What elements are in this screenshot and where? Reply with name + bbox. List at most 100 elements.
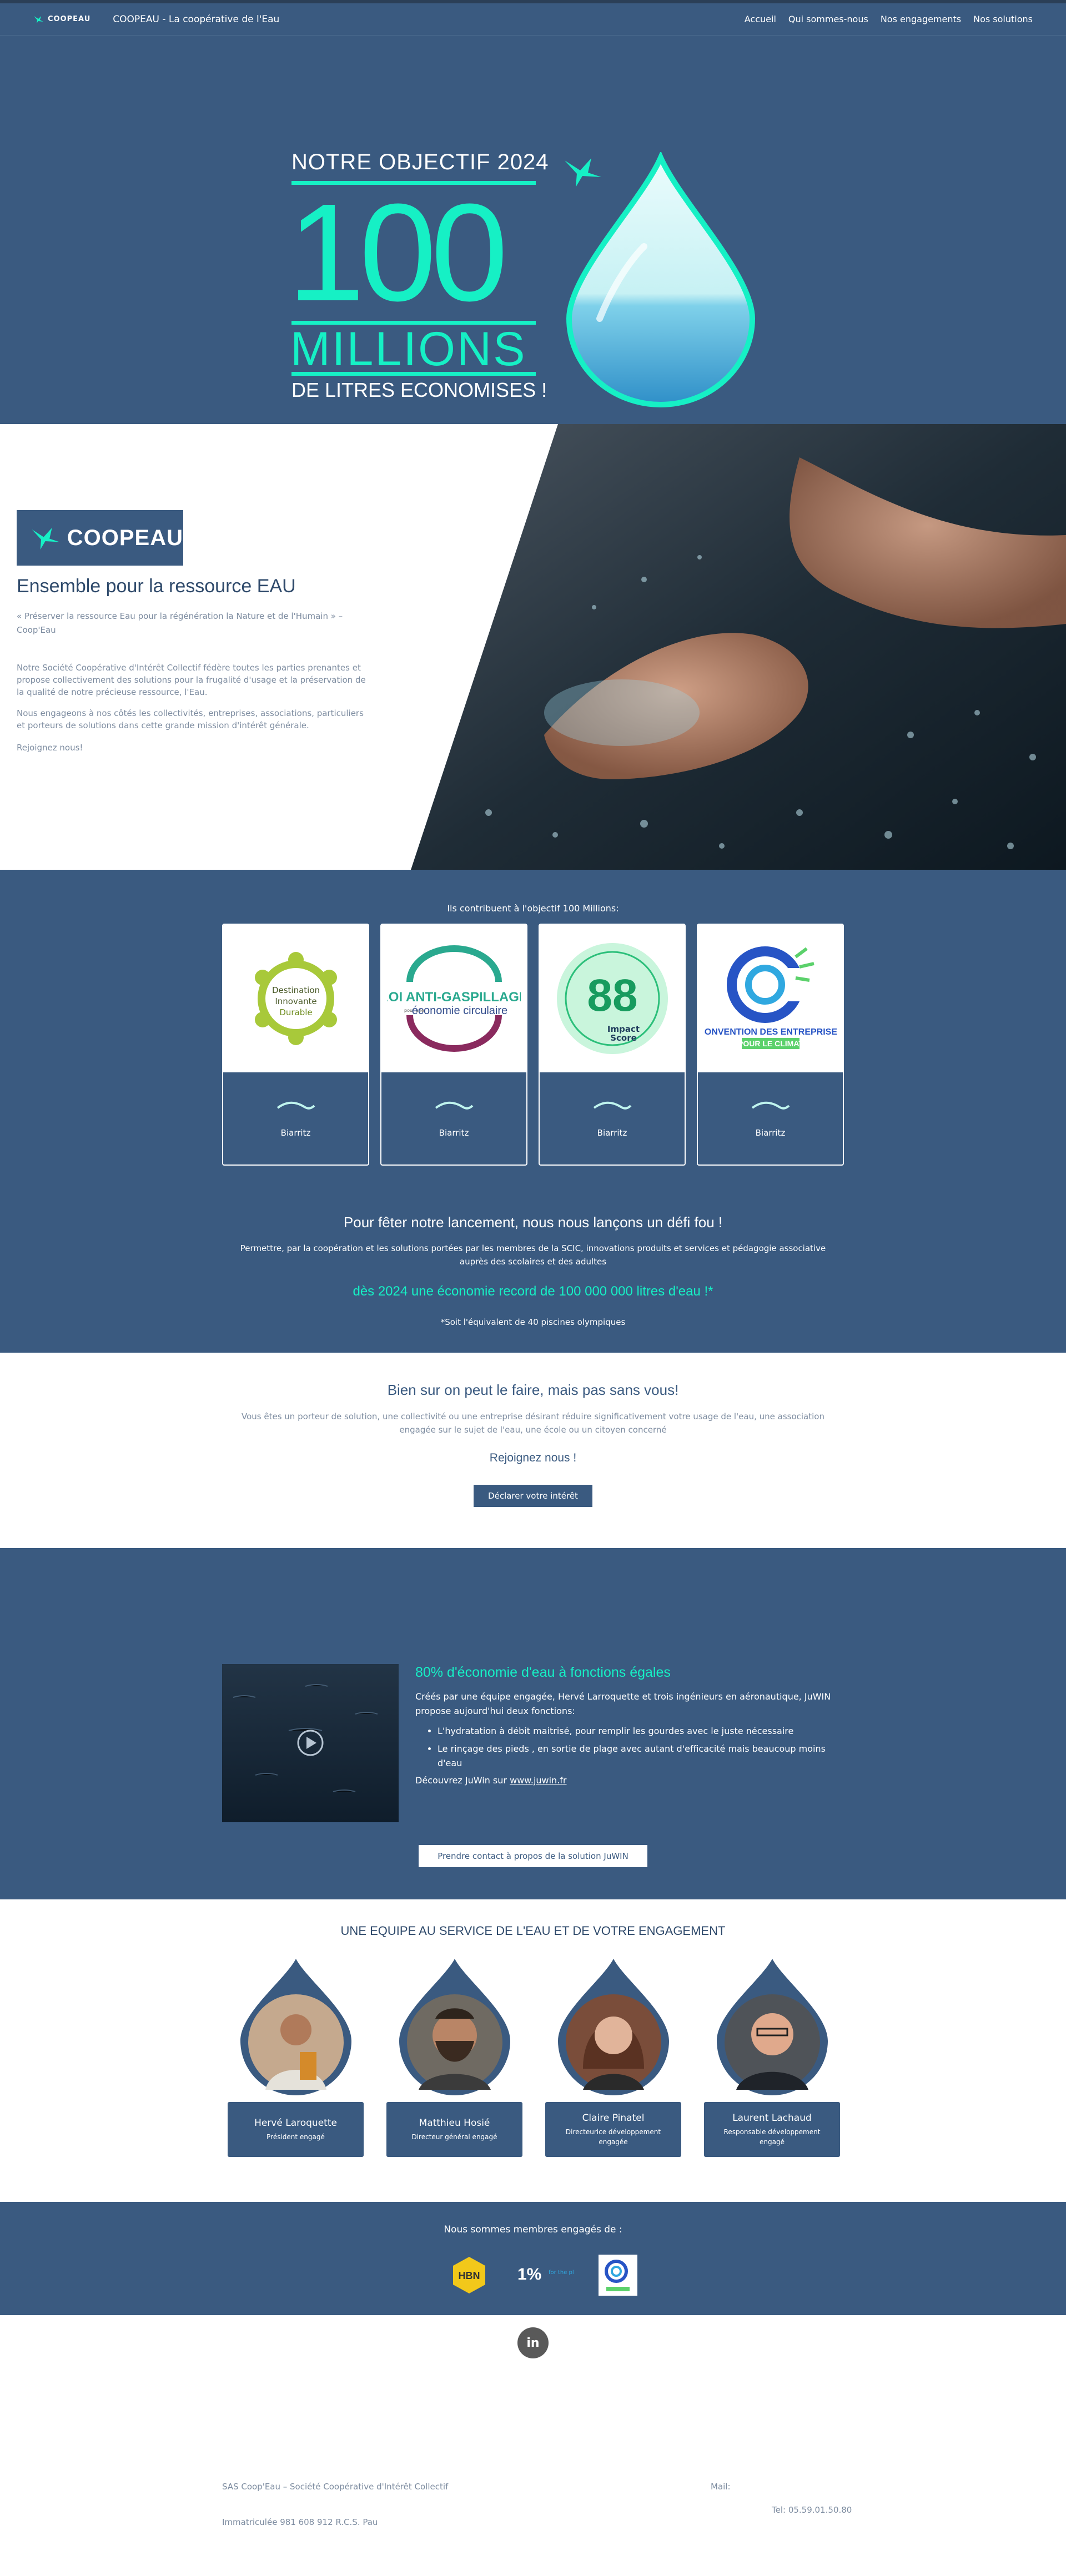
- juwin-link-line: Découvrez JuWin sur www.juwin.fr: [415, 1775, 833, 1786]
- hbn-label: HBN: [459, 2270, 480, 2281]
- contributors-section: Ils contribuent à l'objectif 100 Million…: [0, 870, 1066, 1353]
- contributors-title: Ils contribuent à l'objectif 100 Million…: [447, 903, 619, 914]
- hero-graphic: NOTRE OBJECTIF 2024 100 MILLIONS DE LITR…: [288, 113, 788, 424]
- card-city: Biarritz: [597, 1128, 627, 1138]
- card-logo-area: CONVENTION DES ENTREPRISES POUR LE CLIMA…: [698, 925, 843, 1072]
- card-info: Biarritz: [698, 1072, 843, 1165]
- team-title: UNE EQUIPE AU SERVICE DE L'EAU ET DE VOT…: [340, 1924, 726, 1938]
- hbn-logo-icon[interactable]: HBN: [450, 2256, 489, 2295]
- wave-icon: [751, 1101, 790, 1110]
- wave-icon: [435, 1101, 473, 1110]
- member-name: Claire Pinatel: [582, 2112, 645, 2124]
- member-role: Président engagé: [266, 2133, 325, 2141]
- member-name: Laurent Lachaud: [732, 2112, 812, 2124]
- card-info: Biarritz: [381, 1072, 526, 1165]
- membership-logos: HBN 1% for the planet: [450, 2255, 637, 2296]
- member-role: Directeurice développement engagée: [565, 2128, 661, 2146]
- card-info: Biarritz: [223, 1072, 368, 1165]
- team-member: Hervé Laroquette Président engagé: [228, 1958, 364, 2157]
- logo-line-3: Score: [610, 1033, 637, 1043]
- footer-phone[interactable]: Tel: 05.59.01.50.80: [772, 2505, 852, 2515]
- challenge-note: *Soit l'équivalent de 40 piscines olympi…: [440, 1317, 626, 1327]
- juwin-link-prefix: Découvrez JuWin sur: [415, 1775, 510, 1786]
- menu-item-engagements[interactable]: Nos engagements: [881, 14, 961, 24]
- logo-line-1: CONVENTION DES ENTREPRISES: [704, 1027, 837, 1037]
- badge-text: COOPEAU: [67, 525, 183, 550]
- about-join: Rejoignez nous!: [17, 743, 83, 753]
- member-photo: [716, 1959, 828, 2095]
- one-percent-label: 1%: [517, 2265, 541, 2283]
- about-title: Ensemble pour la ressource EAU: [17, 576, 296, 597]
- challenge-goal: dès 2024 une économie record de 100 000 …: [353, 1284, 713, 1299]
- team-members: Hervé Laroquette Président engagé Matthi…: [228, 1958, 840, 2157]
- juwin-text: 80% d'économie d'eau à fonctions égales …: [415, 1665, 833, 1786]
- coopeau-badge: COOPEAU: [17, 510, 183, 566]
- impact-score-logo-icon: 88 Impact Score: [556, 943, 668, 1054]
- juwin-video[interactable]: [222, 1664, 399, 1822]
- team-member: Matthieu Hosié Directeur général engagé: [386, 1958, 522, 2157]
- member-photo: [240, 1959, 351, 2095]
- linkedin-icon[interactable]: in: [517, 2327, 549, 2358]
- declare-interest-button[interactable]: Déclarer votre intérêt: [474, 1485, 592, 1507]
- member-name: Hervé Laroquette: [254, 2117, 337, 2129]
- destination-durable-logo-icon: Destination Innovante Durable: [254, 952, 337, 1045]
- card-logo-area: 88 Impact Score: [540, 925, 685, 1072]
- juwin-website-link[interactable]: www.juwin.fr: [510, 1775, 566, 1786]
- header-logo[interactable]: COOPEAU: [33, 15, 90, 24]
- member-card: Hervé Laroquette Président engagé: [228, 2102, 364, 2157]
- join-section: Bien sur on peut le faire, mais pas sans…: [0, 1353, 1066, 1548]
- juwin-contact-button[interactable]: Prendre contact à propos de la solution …: [419, 1845, 647, 1867]
- hero-subtitle: DE LITRES ECONOMISES !: [291, 379, 547, 401]
- about-paragraph-2: Nous engageons à nos côtés les collectiv…: [17, 708, 364, 730]
- convention-climat-small-logo-icon[interactable]: [599, 2255, 637, 2296]
- hero-unit: MILLIONS: [290, 322, 527, 376]
- team-section: UNE EQUIPE AU SERVICE DE L'EAU ET DE VOT…: [0, 1899, 1066, 2202]
- card-logo-area: LOI ANTI-GASPILLAGE pour une économie ci…: [381, 925, 526, 1072]
- member-card: Claire Pinatel Directeurice développemen…: [545, 2102, 681, 2157]
- menu-item-solutions[interactable]: Nos solutions: [973, 14, 1033, 24]
- hero-objective: NOTRE OBJECTIF 2024: [291, 150, 549, 174]
- menu-item-qui-sommes-nous[interactable]: Qui sommes-nous: [788, 14, 868, 24]
- hands-water-image: [411, 424, 1066, 870]
- about-paragraph-1: Notre Société Coopérative d'Intérêt Coll…: [17, 663, 366, 697]
- hummingbird-icon: [32, 527, 60, 550]
- wave-icon: [276, 1101, 315, 1110]
- join-cta: Rejoignez nous !: [489, 1451, 577, 1464]
- site-title[interactable]: COOPEAU - La coopérative de l'Eau: [113, 14, 279, 25]
- header-logo-text: COOPEAU: [48, 15, 91, 23]
- card-info: Biarritz: [540, 1072, 685, 1165]
- team-member: Claire Pinatel Directeurice développemen…: [545, 1958, 681, 2157]
- logo-line-2: Innovante: [275, 996, 316, 1006]
- logo-line-1: 88: [587, 970, 637, 1021]
- about-text: COOPEAU Ensemble pour la ressource EAU «…: [17, 510, 372, 753]
- list-item: Le rinçage des pieds , en sortie de plag…: [438, 1742, 833, 1771]
- hero-rule-bottom: [291, 372, 536, 376]
- logo-line-2: POUR LE CLIMAT: [738, 1039, 803, 1048]
- footer-company: SAS Coop'Eau – Société Coopérative d'Int…: [222, 2482, 449, 2492]
- loi-anti-gaspillage-logo-icon: LOI ANTI-GASPILLAGE pour une économie ci…: [388, 945, 521, 1052]
- contributor-card[interactable]: CONVENTION DES ENTREPRISES POUR LE CLIMA…: [697, 924, 844, 1166]
- contributor-card[interactable]: Destination Innovante Durable Biarritz: [222, 924, 369, 1166]
- one-percent-planet-logo-icon[interactable]: 1% for the planet: [513, 2259, 574, 2292]
- site-footer: in SAS Coop'Eau – Société Coopérative d'…: [0, 2315, 1066, 2550]
- wave-icon: [593, 1101, 631, 1110]
- juwin-intro: Créés par une équipe engagée, Hervé Larr…: [415, 1691, 831, 1716]
- list-item: L'hydratation à débit maitrisé, pour rem…: [438, 1724, 833, 1738]
- member-photo: [399, 1959, 510, 2095]
- card-logo-area: Destination Innovante Durable: [223, 925, 368, 1072]
- contributor-card[interactable]: LOI ANTI-GASPILLAGE pour une économie ci…: [380, 924, 527, 1166]
- menu-item-accueil[interactable]: Accueil: [745, 14, 776, 24]
- juwin-list: L'hydratation à débit maitrisé, pour rem…: [415, 1724, 833, 1771]
- member-photo: [557, 1959, 669, 2095]
- convention-climat-logo-icon: CONVENTION DES ENTREPRISES POUR LE CLIMA…: [704, 946, 837, 1049]
- card-city: Biarritz: [755, 1128, 786, 1138]
- footer-mail[interactable]: Mail:: [711, 2482, 731, 2492]
- card-city: Biarritz: [439, 1128, 469, 1138]
- member-card: Matthieu Hosié Directeur général engagé: [386, 2102, 522, 2157]
- navbar: COOPEAU COOPEAU - La coopérative de l'Ea…: [0, 3, 1066, 36]
- hero-banner: NOTRE OBJECTIF 2024 100 MILLIONS DE LITR…: [0, 36, 1066, 424]
- challenge-text: Permettre, par la coopération et les sol…: [240, 1243, 826, 1267]
- footer-registration: Immatriculée 981 608 912 R.C.S. Pau: [222, 2517, 378, 2527]
- contributor-card[interactable]: 88 Impact Score Biarritz: [539, 924, 686, 1166]
- logo-line-1: LOI ANTI-GASPILLAGE: [388, 990, 521, 1005]
